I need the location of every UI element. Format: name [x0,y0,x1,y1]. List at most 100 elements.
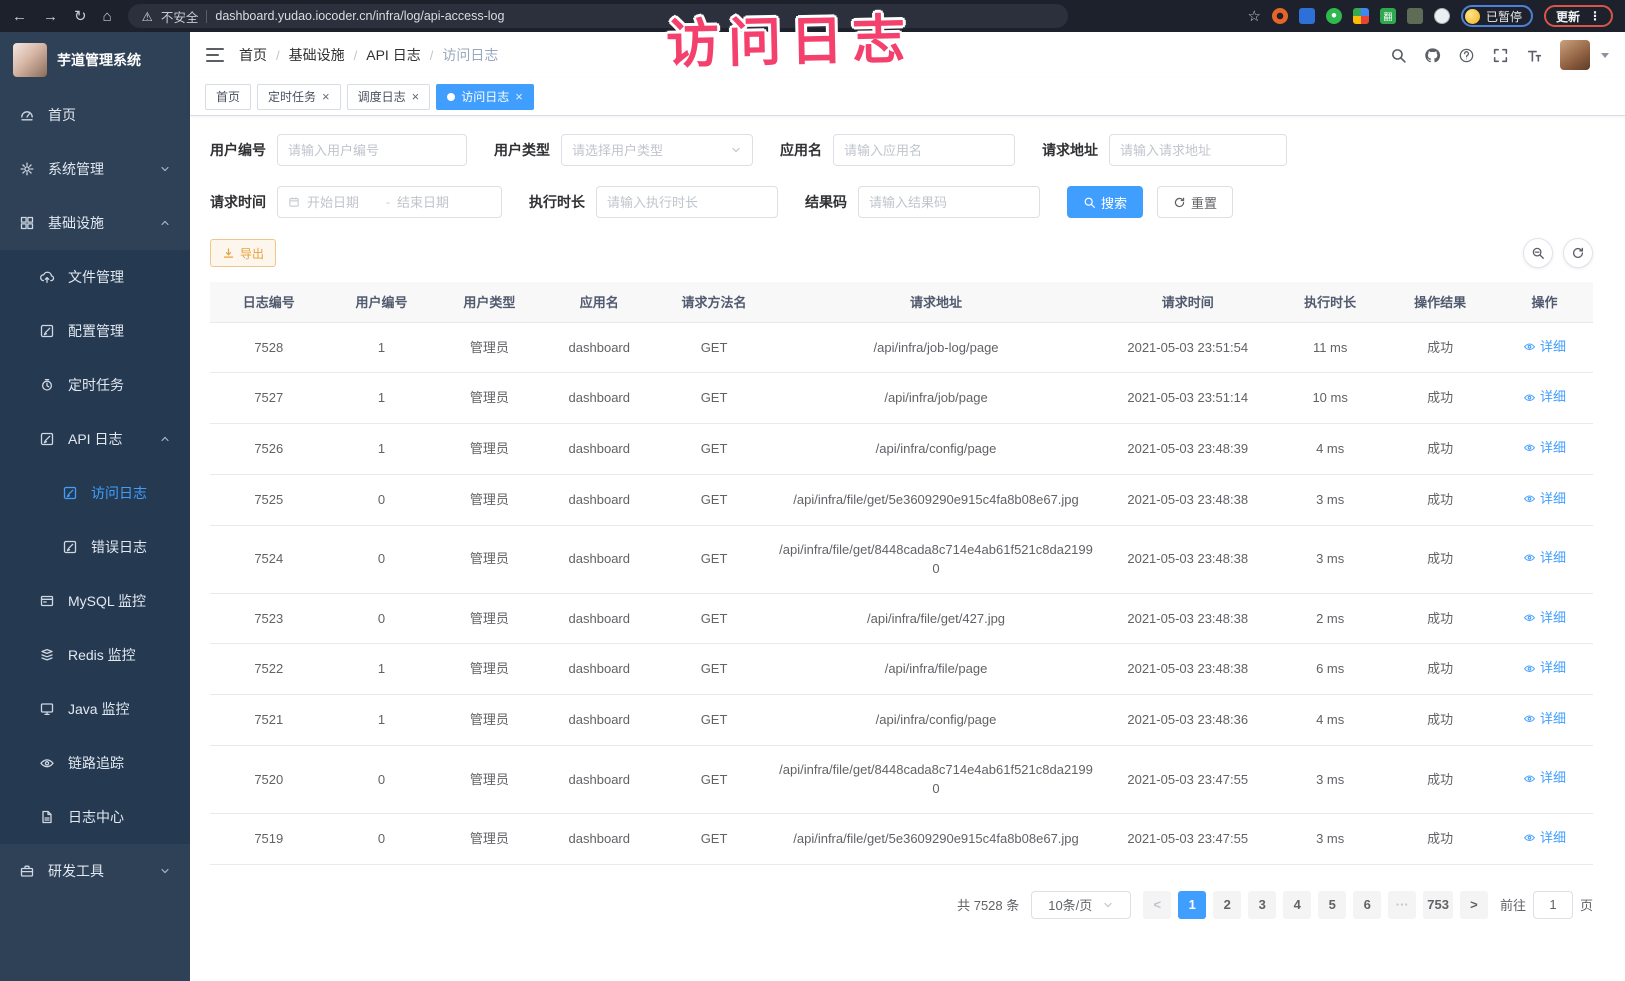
cell-id: 7523 [210,593,328,644]
detail-link[interactable]: 详细 [1523,387,1566,407]
page-button-4[interactable]: 4 [1283,891,1311,919]
back-icon[interactable]: ← [12,9,27,24]
page-button-2[interactable]: 2 [1213,891,1241,919]
page-button-5[interactable]: 5 [1318,891,1346,919]
user-id-input[interactable] [288,143,456,158]
page-button-6[interactable]: 6 [1353,891,1381,919]
sidebar-item-系统管理[interactable]: 系统管理 [0,142,190,196]
browser-extensions: ☆ 翻 已暂停 更新 ⋮ [1248,5,1613,27]
cell-result: 成功 [1384,525,1496,593]
sidebar-item-配置管理[interactable]: 配置管理 [0,304,190,358]
shield-extension-icon[interactable] [1299,8,1315,24]
tab-定时任务[interactable]: 定时任务× [257,84,341,110]
update-button[interactable]: 更新 ⋮ [1544,5,1613,27]
tab-close-icon[interactable]: × [515,90,523,103]
page-button-753[interactable]: 753 [1423,891,1453,919]
page-button-3[interactable]: 3 [1248,891,1276,919]
chevron-down-icon [1102,899,1114,911]
date-range-picker[interactable]: - [277,186,502,218]
edit-icon [62,485,78,501]
bookmark-star-icon[interactable]: ☆ [1248,9,1261,24]
detail-link[interactable]: 详细 [1523,658,1566,678]
result-code-input[interactable] [869,195,1029,210]
extension-icon[interactable] [1272,8,1288,24]
request-url-input[interactable] [1120,143,1276,158]
page-button-1[interactable]: 1 [1178,891,1206,919]
github-icon[interactable] [1424,47,1441,64]
edit-icon [39,431,55,447]
detail-link[interactable]: 详细 [1523,548,1566,568]
mysql-icon [39,593,55,609]
hamburger-icon[interactable] [206,48,224,62]
tab-close-icon[interactable]: × [322,90,330,103]
tab-调度日志[interactable]: 调度日志× [347,84,431,110]
next-page-button[interactable]: > [1460,891,1488,919]
question-icon[interactable] [1458,47,1475,64]
export-button[interactable]: 导出 [210,239,276,267]
breadcrumb-item[interactable]: 基础设施 [289,45,345,65]
cell-user_type: 管理员 [435,695,543,746]
sidebar-item-API-日志[interactable]: API 日志 [0,412,190,466]
breadcrumb-item[interactable]: API 日志 [366,45,420,65]
refresh-button[interactable] [1563,238,1593,268]
cell-time: 2021-05-03 23:48:38 [1099,644,1276,695]
breadcrumb-item[interactable]: 首页 [239,45,267,65]
detail-link[interactable]: 详细 [1523,438,1566,458]
cell-duration: 3 ms [1276,474,1384,525]
font-size-icon[interactable] [1526,47,1543,64]
kebab-menu-icon[interactable]: ⋮ [1589,9,1601,23]
detail-link[interactable]: 详细 [1523,337,1566,357]
detail-link[interactable]: 详细 [1523,709,1566,729]
extensions-puzzle-icon[interactable] [1434,8,1450,24]
paused-badge[interactable]: 已暂停 [1461,5,1533,27]
sidebar-item-错误日志[interactable]: 错误日志 [0,520,190,574]
sidebar-item-文件管理[interactable]: 文件管理 [0,250,190,304]
detail-link[interactable]: 详细 [1523,489,1566,509]
prev-page-button[interactable]: < [1143,891,1171,919]
tab-访问日志[interactable]: 访问日志× [436,84,534,110]
sidebar-item-定时任务[interactable]: 定时任务 [0,358,190,412]
cell-url: /api/infra/file/page [773,644,1099,695]
avatar-caret-down-icon[interactable] [1601,53,1609,58]
translate-extension-icon[interactable]: 翻 [1380,8,1396,24]
sidebar-item-Redis-监控[interactable]: Redis 监控 [0,628,190,682]
sidebar-item-链路追踪[interactable]: 链路追踪 [0,736,190,790]
extension-icon[interactable] [1326,8,1342,24]
sidebar-item-访问日志[interactable]: 访问日志 [0,466,190,520]
sidebar-logo[interactable]: 芋道管理系统 [0,32,190,88]
extension-icon[interactable] [1353,8,1369,24]
sidebar-item-Java-监控[interactable]: Java 监控 [0,682,190,736]
reset-button[interactable]: 重置 [1157,186,1233,218]
start-date-input[interactable] [307,195,379,210]
user-type-select[interactable] [561,134,753,166]
page-size-select[interactable]: 10条/页 [1031,891,1131,919]
sidebar-item-日志中心[interactable]: 日志中心 [0,790,190,844]
user-type-select-input[interactable] [572,143,723,158]
detail-link[interactable]: 详细 [1523,828,1566,848]
jump-page-input[interactable] [1533,891,1573,919]
sidebar-item-MySQL-监控[interactable]: MySQL 监控 [0,574,190,628]
filter-label: 请求地址 [1042,140,1098,160]
home-icon[interactable]: ⌂ [103,9,112,24]
detail-link[interactable]: 详细 [1523,608,1566,628]
sidebar-item-基础设施[interactable]: 基础设施 [0,196,190,250]
reload-icon[interactable]: ↻ [74,9,87,24]
app-name-input[interactable] [844,143,1004,158]
main-area: 首页/基础设施/API 日志/访问日志 首页定时任务×调度日志×访问日志× 用户… [190,32,1625,981]
cell-app: dashboard [543,525,655,593]
fullscreen-icon[interactable] [1492,47,1509,64]
tab-首页[interactable]: 首页 [205,84,251,110]
duration-input[interactable] [607,195,767,210]
address-bar[interactable]: ⚠ 不安全 dashboard.yudao.iocoder.cn/infra/l… [128,4,1068,28]
search-icon[interactable] [1390,47,1407,64]
user-avatar[interactable] [1560,40,1590,70]
detail-link[interactable]: 详细 [1523,768,1566,788]
tab-close-icon[interactable]: × [412,90,420,103]
forward-icon[interactable]: → [43,9,58,24]
sidebar-item-研发工具[interactable]: 研发工具 [0,844,190,898]
sidebar-item-首页[interactable]: 首页 [0,88,190,142]
search-button[interactable]: 搜索 [1067,186,1143,218]
hide-search-button[interactable] [1523,238,1553,268]
end-date-input[interactable] [397,195,469,210]
extension-icon[interactable] [1407,8,1423,24]
